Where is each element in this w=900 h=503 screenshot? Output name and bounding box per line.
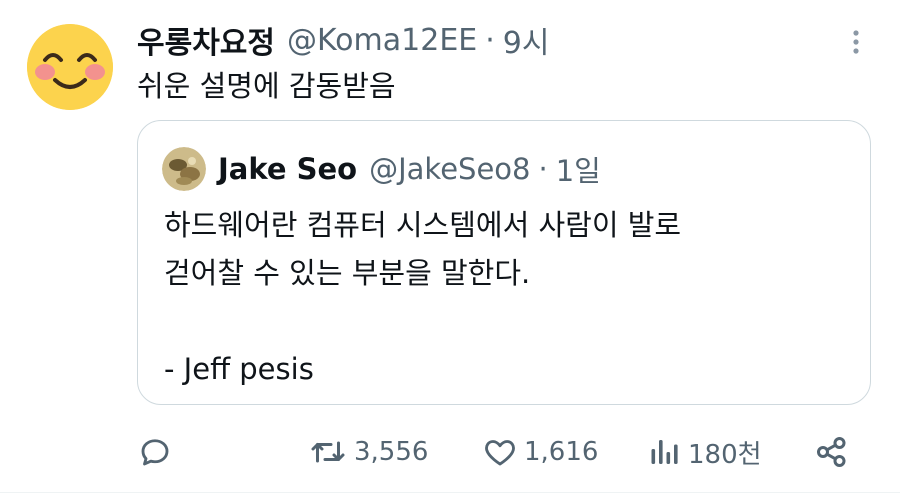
quoted-avatar-image-icon <box>162 147 206 191</box>
smiling-face-icon <box>27 24 113 110</box>
more-options-button[interactable] <box>846 28 866 56</box>
reply-button[interactable] <box>137 430 179 474</box>
heart-icon <box>485 440 515 466</box>
quoted-tweet-time[interactable]: 1일 <box>556 148 601 190</box>
tweet-header: 우롱차요정 @Koma12EE · 9시 <box>137 18 550 62</box>
views-icon <box>651 440 678 464</box>
more-vertical-icon <box>853 30 859 54</box>
quoted-tweet-card[interactable]: Jake Seo @JakeSeo8 · 1일 하드웨어란 컴퓨터 시스템에서 … <box>137 120 871 405</box>
quoted-header: Jake Seo @JakeSeo8 · 1일 <box>218 147 601 191</box>
like-count: 1,616 <box>524 437 599 467</box>
quoted-text-line <box>164 297 681 345</box>
share-button[interactable] <box>814 430 856 474</box>
quoted-tweet-text: 하드웨어란 컴퓨터 시스템에서 사람이 발로 걷어찰 수 있는 부분을 말한다.… <box>164 201 681 393</box>
user-handle[interactable]: @Koma12EE <box>287 23 477 58</box>
retweet-icon <box>311 441 345 463</box>
tweet-text: 쉬운 설명에 감동받음 <box>137 69 396 103</box>
quoted-text-line: - Jeff pesis <box>164 352 314 386</box>
quoted-user-handle[interactable]: @JakeSeo8 <box>369 152 530 186</box>
retweet-count: 3,556 <box>354 437 429 467</box>
quoted-display-name[interactable]: Jake Seo <box>218 152 357 186</box>
display-name[interactable]: 우롱차요정 <box>137 18 275 62</box>
quoted-avatar[interactable] <box>162 147 206 191</box>
like-button[interactable]: 1,616 <box>482 430 598 474</box>
views-button[interactable]: 180천 <box>648 430 762 474</box>
divider <box>0 492 900 493</box>
quoted-separator-dot: · <box>538 152 548 186</box>
views-count: 180천 <box>688 439 762 470</box>
quoted-text-line: 하드웨어란 컴퓨터 시스템에서 사람이 발로 <box>164 208 682 242</box>
reply-icon <box>141 439 169 466</box>
action-bar: 3,556 1,616 180천 <box>0 430 900 474</box>
tweet-time[interactable]: 9시 <box>503 18 550 62</box>
share-icon <box>817 437 846 467</box>
avatar[interactable] <box>27 24 113 110</box>
separator-dot: · <box>485 22 495 58</box>
quoted-text-line: 걷어찰 수 있는 부분을 말한다. <box>164 256 531 290</box>
retweet-button[interactable]: 3,556 <box>308 430 428 474</box>
